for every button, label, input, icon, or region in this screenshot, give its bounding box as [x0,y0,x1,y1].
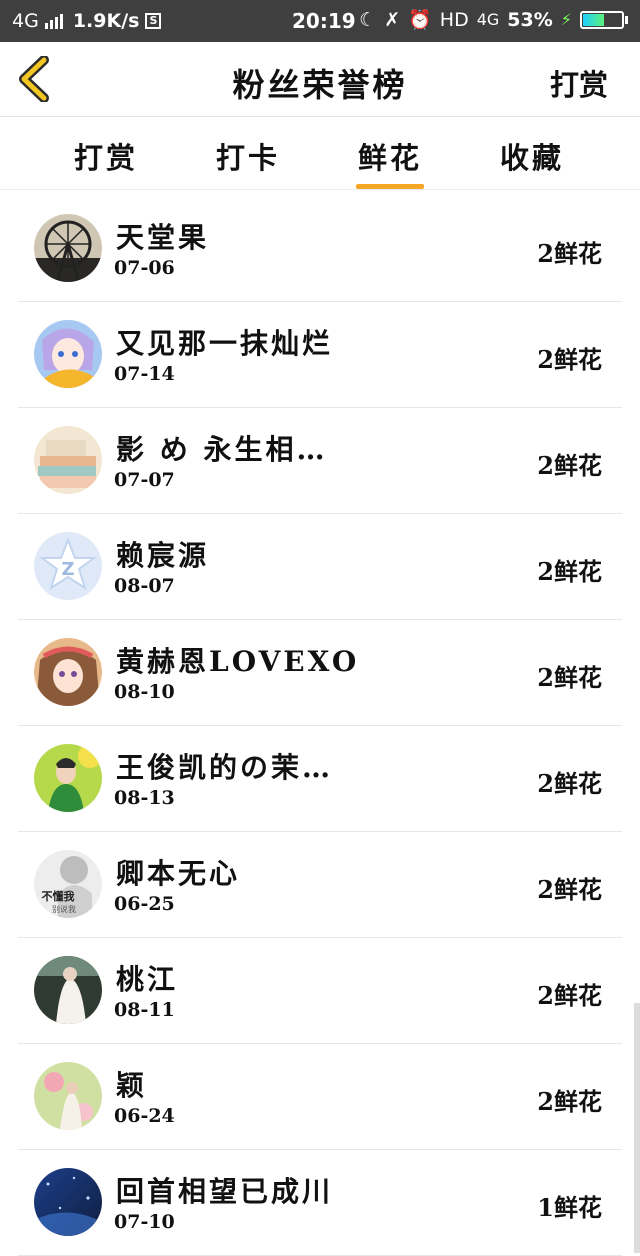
page-title: 粉丝荣誉榜 [232,66,408,104]
flower-count: 2鲜花 [537,239,602,268]
avatar [34,1168,102,1236]
mute-icon: ✗ [384,8,401,31]
tab-favorites[interactable]: 收藏 [500,135,564,177]
tab-flowers[interactable]: 鲜花 [355,135,425,189]
avatar [34,956,102,1024]
avatar [34,744,102,812]
fan-date: 06-25 [114,893,175,915]
flower-count: 2鲜花 [537,557,602,586]
avatar: 不懂我 别说我 [34,850,102,918]
avatar [34,320,102,388]
charging-icon: ⚡ [560,10,572,29]
list-item[interactable]: 影 め 永生相… 07-07 2鲜花 [18,408,622,514]
app-header: 粉丝荣誉榜 打赏 [0,42,640,117]
fan-name: 又见那一抹灿烂 [116,327,334,360]
network-label-2: 4G [476,10,500,29]
list-item[interactable]: 颖 06-24 2鲜花 [18,1044,622,1150]
flower-count: 2鲜花 [537,875,602,904]
flower-count: 2鲜花 [537,1087,602,1116]
list-item[interactable]: 又见那一抹灿烂 07-14 2鲜花 [18,302,622,408]
avatar [34,214,102,282]
app-s-icon: S [145,13,162,29]
hd-label: HD [439,8,469,31]
fan-date: 07-06 [114,257,175,279]
reward-button[interactable]: 打赏 [550,62,608,104]
fan-name: 赖宸源 [116,539,210,572]
flower-count: 2鲜花 [537,345,602,374]
fan-date: 07-10 [114,1211,175,1233]
list-item[interactable]: Z 赖宸源 08-07 2鲜花 [18,514,622,620]
fan-date: 08-13 [114,787,175,809]
tab-reward[interactable]: 打赏 [74,135,138,177]
avatar: Z [34,532,102,600]
fan-date: 08-07 [114,575,175,597]
flower-count: 2鲜花 [537,451,602,480]
list-item[interactable]: 回首相望已成川 07-10 1鲜花 [18,1150,622,1256]
fan-name: 颖 [116,1069,148,1102]
fan-date: 06-24 [114,1105,175,1127]
fan-name: 影 め 永生相… [116,433,328,466]
tab-bar: 打赏 打卡 鲜花 收藏 [0,117,640,190]
avatar [34,426,102,494]
list-item[interactable]: 黄赫恩LOVEXO 08-10 2鲜花 [18,620,622,726]
avatar [34,1062,102,1130]
svg-text:Z: Z [61,559,74,580]
list-item[interactable]: 桃江 08-11 2鲜花 [18,938,622,1044]
fan-name: 黄赫恩LOVEXO [116,645,360,678]
battery-percent: 53% [507,8,553,31]
fan-list: 天堂果 07-06 2鲜花 又见那一抹灿烂 07-14 2鲜花 影 め 永生相…… [18,196,622,1256]
signal-icon [44,13,63,29]
fan-name: 卿本无心 [116,857,241,890]
fan-name: 天堂果 [116,221,210,254]
clock: 20:19 [292,9,356,33]
fan-date: 08-11 [114,999,175,1021]
flower-count: 1鲜花 [537,1193,602,1222]
fan-name: 王俊凯的の茉… [116,751,334,784]
flower-count: 2鲜花 [537,663,602,692]
avatar [34,638,102,706]
fan-name: 桃江 [116,963,179,996]
battery-icon [580,10,628,29]
svg-text:不懂我: 不懂我 [42,889,75,903]
svg-text:别说我: 别说我 [52,904,76,914]
flower-count: 2鲜花 [537,981,602,1010]
moon-icon: ☾ [359,8,377,31]
alarm-icon: ⏰ [408,9,432,31]
network-label: 4G [12,10,39,32]
fan-name: 回首相望已成川 [116,1175,334,1208]
fan-date: 07-14 [114,363,175,385]
flower-count: 2鲜花 [537,769,602,798]
list-item[interactable]: 王俊凯的の茉… 08-13 2鲜花 [18,726,622,832]
list-item[interactable]: 天堂果 07-06 2鲜花 [18,196,622,302]
list-item[interactable]: 不懂我 别说我 卿本无心 06-25 2鲜花 [18,832,622,938]
fan-date: 08-10 [114,681,175,703]
tab-checkin[interactable]: 打卡 [216,135,280,177]
status-bar: 4G 1.9K/s S 20:19 ☾ ✗ ⏰ HD 4G 53% ⚡ [0,0,640,42]
fan-date: 07-07 [114,469,175,491]
net-speed: 1.9K/s [72,10,140,32]
scrollbar[interactable] [634,1003,640,1253]
